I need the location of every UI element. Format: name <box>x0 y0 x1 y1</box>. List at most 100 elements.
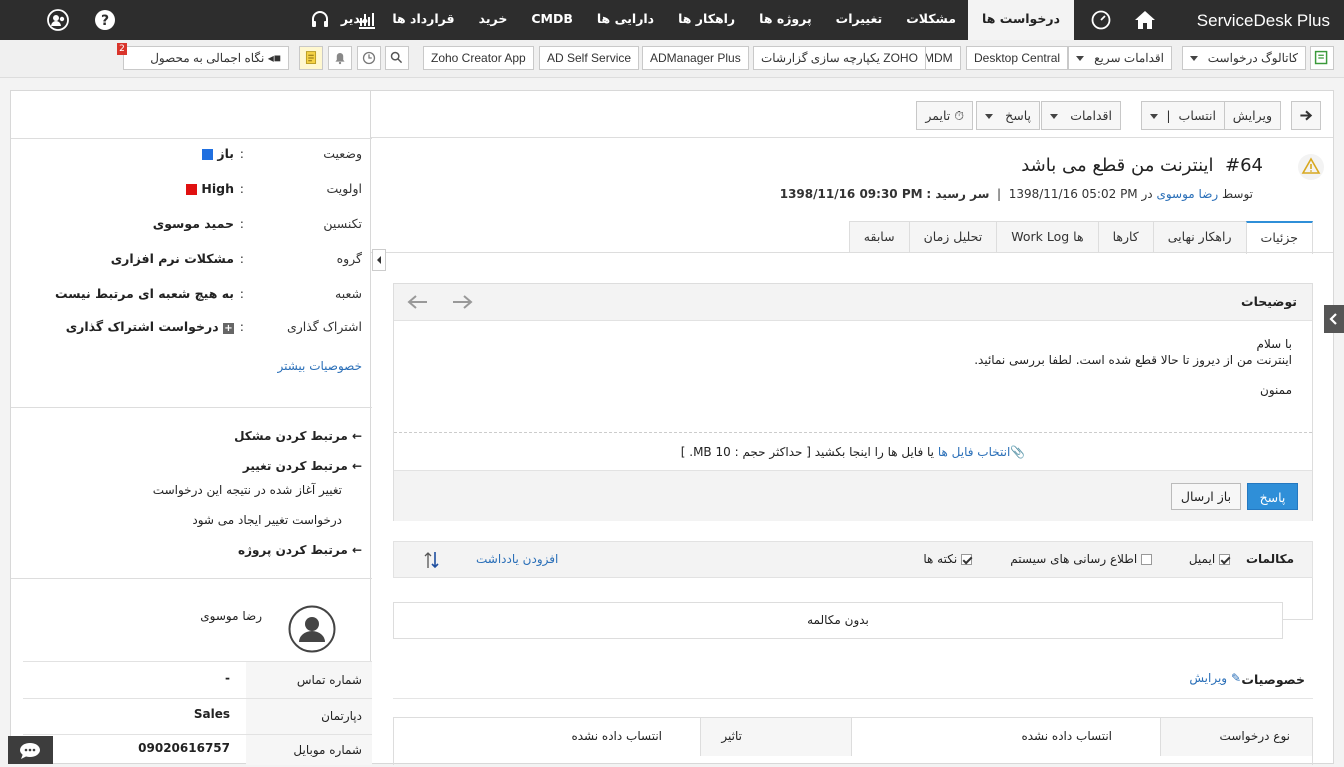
side-panel-toggle-icon[interactable] <box>1324 305 1344 333</box>
notes-icon[interactable] <box>299 46 323 70</box>
home-icon[interactable] <box>1134 10 1156 30</box>
new-request-icon[interactable] <box>1310 46 1334 70</box>
change-initiated-option[interactable]: تغییر آغاز شده در نتیجه این درخواست <box>153 483 342 497</box>
headset-icon[interactable] <box>309 9 331 31</box>
user-profile-icon[interactable] <box>47 9 69 31</box>
requester-info-table: شماره تماس - دپارتمان Sales شماره موبایل… <box>23 661 372 765</box>
product-overview-button[interactable]: ■◂ نگاه اجمالی به محصول <box>123 46 289 70</box>
conversations-bar: مکالمات ایمیل اطلاع رسانی های سیستم نکته… <box>393 541 1313 578</box>
requester-name: رضا موسوی <box>200 609 262 623</box>
nav-purchase[interactable]: خرید <box>467 0 520 40</box>
tab-time-analysis[interactable]: تحلیل زمان <box>908 221 998 253</box>
tab-history[interactable]: سابقه <box>848 221 910 253</box>
email-filter[interactable]: ایمیل <box>1189 552 1230 566</box>
system-notification-filter[interactable]: اطلاع رسانی های سیستم <box>1010 552 1152 566</box>
change-caused-option[interactable]: درخواست تغییر ایجاد می شود <box>192 513 342 527</box>
link-zoho-reports[interactable]: یکپارچه سازی گزارشات ZOHO <box>753 46 926 70</box>
tab-details[interactable]: جزئیات <box>1245 221 1313 254</box>
assign-button[interactable]: انتساب | <box>1141 101 1225 130</box>
add-note-link[interactable]: افزودن یادداشت <box>476 552 558 566</box>
priority-value[interactable]: High <box>186 181 234 196</box>
branch-value[interactable]: به هیچ شعبه ای مرتبط نیست <box>55 286 234 301</box>
help-icon[interactable]: ? <box>94 9 116 31</box>
app-logo[interactable]: ServiceDesk Plus <box>1197 0 1330 40</box>
notes-filter[interactable]: نکته ها <box>923 552 972 566</box>
nav-cmdb[interactable]: CMDB <box>519 0 585 40</box>
paperclip-icon: 📎 <box>1010 445 1026 459</box>
reply-dropdown-button[interactable]: پاسخ <box>976 101 1040 130</box>
link-problem-item[interactable]: ← مرتبط کردن مشکل <box>234 429 362 443</box>
status-row: وضعیت: باز <box>11 146 372 166</box>
request-catalog-button[interactable]: کاتالوگ درخواست <box>1181 46 1306 70</box>
reply-arrow-icon[interactable] <box>406 293 430 311</box>
nav-projects[interactable]: پروژه ها <box>747 0 824 40</box>
group-row: گروه: مشکلات نرم افزاری <box>110 251 362 266</box>
technician-value[interactable]: حمید موسوی <box>153 216 234 231</box>
timer-button[interactable]: ⏱ تایمر <box>916 101 973 130</box>
timer-label: تایمر <box>925 108 951 123</box>
link-project-label: مرتبط کردن پروژه <box>237 543 348 557</box>
properties-header: خصوصیات ✎ ویرایش <box>393 669 1313 699</box>
system-notification-checkbox[interactable] <box>1141 554 1152 565</box>
history-icon[interactable] <box>357 46 381 70</box>
department-value: Sales <box>193 707 230 721</box>
nav-changes[interactable]: تغییرات <box>824 0 895 40</box>
bell-icon[interactable] <box>328 46 352 70</box>
edit-properties-link[interactable]: ✎ ویرایش <box>1189 671 1241 685</box>
reply-label: پاسخ <box>1005 108 1031 123</box>
description-header: توضیحات <box>394 284 1312 321</box>
chat-icon[interactable] <box>8 736 53 764</box>
email-checkbox[interactable] <box>1219 554 1230 565</box>
dashboard-icon[interactable] <box>1090 9 1112 31</box>
link-project-item[interactable]: ← مرتبط کردن پروژه <box>238 543 362 557</box>
more-properties-link[interactable]: خصوصیات بیشتر <box>277 359 362 373</box>
group-value[interactable]: مشکلات نرم افزاری <box>111 251 234 266</box>
link-ad-self-service[interactable]: AD Self Service <box>539 46 640 70</box>
technician-label: تکنسین <box>323 216 362 231</box>
status-value[interactable]: باز <box>202 146 234 161</box>
nav-assets[interactable]: دارایی ها <box>585 0 666 40</box>
branch-row: شعبه: به هیچ شعبه ای مرتبط نیست <box>54 286 362 301</box>
link-admanager[interactable]: ADManager Plus <box>642 46 749 70</box>
top-bar: ServiceDesk Plus درخواست ها مشکلات تغییر… <box>0 0 1344 40</box>
catalog-label: کاتالوگ درخواست <box>1207 51 1298 65</box>
link-change-item[interactable]: ← مرتبط کردن تغییر <box>243 459 362 473</box>
status-label: وضعیت <box>323 146 362 161</box>
forward-arrow-icon[interactable] <box>450 293 474 311</box>
sort-order-icon[interactable] <box>424 550 440 570</box>
nav-solutions[interactable]: راهکار ها <box>666 0 747 40</box>
in-label: در <box>1141 187 1153 201</box>
conversations-label: مکالمات <box>1245 552 1294 566</box>
nav-problems[interactable]: مشکلات <box>894 0 968 40</box>
reports-icon[interactable] <box>356 9 378 31</box>
tab-worklog[interactable]: Work Log ها <box>996 221 1099 253</box>
edit-button[interactable]: ویرایش <box>1223 101 1281 130</box>
attachment-dropzone[interactable]: 📎انتخاب فایل ها یا فایل ها را اینجا بکشی… <box>394 432 1312 472</box>
link-zoho-creator[interactable]: Zoho Creator App <box>423 46 534 70</box>
nav-contracts[interactable]: قرارداد ها <box>380 0 466 40</box>
request-id: #64 <box>1225 155 1263 176</box>
main-nav: درخواست ها مشکلات تغییرات پروژه ها راهکا… <box>329 0 1074 40</box>
tab-tasks[interactable]: کارها <box>1097 221 1154 253</box>
notes-checkbox[interactable] <box>961 554 972 565</box>
email-filter-label: ایمیل <box>1188 552 1216 566</box>
request-type-value: انتساب داده نشده <box>1021 729 1112 743</box>
search-icon[interactable] <box>385 46 409 70</box>
choose-files-link[interactable]: انتخاب فایل ها <box>938 445 1010 459</box>
nav-requests[interactable]: درخواست ها <box>968 0 1074 40</box>
collapse-sidebar-icon[interactable] <box>372 249 386 271</box>
link-desktop-central[interactable]: Desktop Central <box>966 46 1069 70</box>
reply-button[interactable]: پاسخ <box>1247 483 1298 510</box>
priority-row: اولویت: High <box>11 181 372 201</box>
share-request-link[interactable]: + درخواست اشتراک گذاری <box>66 319 234 334</box>
by-label: توسط <box>1222 187 1253 201</box>
back-arrow-icon[interactable] <box>1291 101 1321 130</box>
edit-icon: ✎ <box>1230 671 1241 685</box>
requester-link[interactable]: رضا موسوی <box>1156 187 1218 201</box>
request-title: اینترنت من قطع می باشد <box>1021 155 1214 176</box>
forward-button[interactable]: باز ارسال <box>1171 483 1241 510</box>
actions-button[interactable]: اقدامات <box>1041 101 1121 130</box>
quick-actions-button[interactable]: اقدامات سریع <box>1068 46 1172 70</box>
chevron-down-icon <box>1189 56 1198 62</box>
tab-resolution[interactable]: راهکار نهایی <box>1152 221 1247 253</box>
